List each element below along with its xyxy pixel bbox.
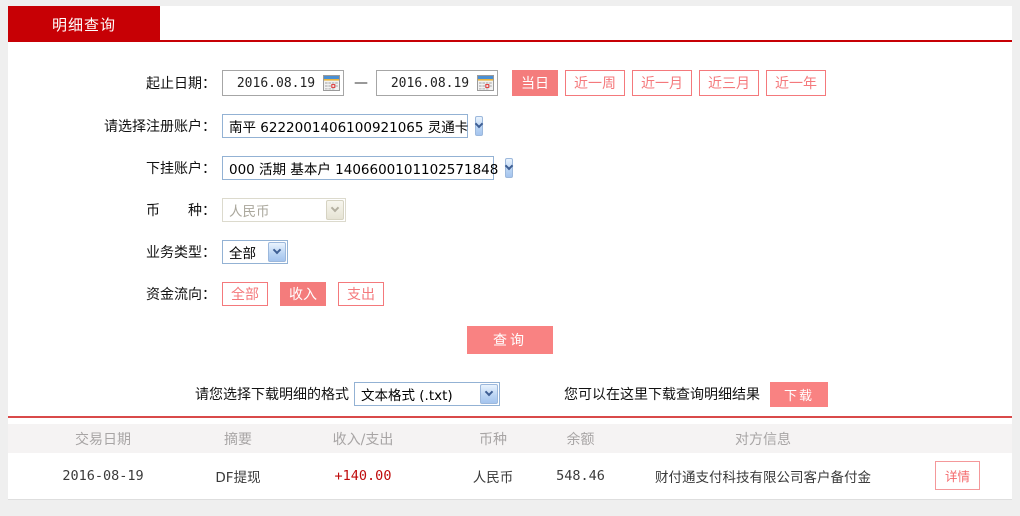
header-action	[903, 424, 1012, 453]
business-type-row: 业务类型： 全部	[8, 240, 1012, 264]
calendar-icon[interactable]	[477, 75, 494, 91]
chevron-down-icon	[475, 116, 484, 136]
tab-bar: 明细查询	[8, 6, 1012, 42]
fund-flow-income-button[interactable]: 收入	[280, 282, 326, 306]
header-balance: 余额	[566, 431, 595, 448]
cell-summary: DF提现	[215, 469, 261, 486]
fund-flow-options: 全部 收入 支出	[222, 282, 396, 306]
end-date-field-wrap	[376, 70, 498, 96]
start-date-field-wrap	[222, 70, 344, 96]
download-button[interactable]: 下载	[770, 381, 828, 407]
fund-flow-expense-button[interactable]: 支出	[338, 282, 384, 306]
query-button-row: 查询	[8, 326, 1012, 354]
quick-range-month-button[interactable]: 近一月	[632, 70, 692, 96]
date-range-separator: —	[354, 75, 368, 91]
business-type-value: 全部	[229, 246, 256, 262]
cell-counterparty: 财付通支付科技有限公司客户备付金	[655, 469, 871, 486]
query-button[interactable]: 查询	[467, 326, 553, 354]
tab-detail-query[interactable]: 明细查询	[8, 6, 160, 42]
cell-currency: 人民币	[472, 469, 514, 486]
header-income-expense: 收入/支出	[332, 431, 394, 448]
detail-button[interactable]: 详情	[934, 461, 980, 491]
header-counterparty: 对方信息	[735, 431, 791, 448]
fund-flow-all-button[interactable]: 全部	[222, 282, 268, 306]
currency-select: 人民币	[222, 198, 346, 222]
register-account-select[interactable]: 南平 6222001406100921065 灵通卡	[222, 114, 484, 138]
quick-range-week-button[interactable]: 近一周	[565, 70, 625, 96]
currency-label: 币 种：	[146, 203, 216, 219]
quick-range-quarter-button[interactable]: 近三月	[699, 70, 759, 96]
business-type-label: 业务类型：	[146, 245, 216, 261]
fund-flow-label: 资金流向：	[146, 287, 216, 303]
detail-query-panel: 明细查询 起止日期： 2016.08.19 — 2016.08.19 当日 近一…	[8, 6, 1012, 500]
header-currency: 币种	[479, 431, 507, 448]
register-account-row: 请选择注册账户： 南平 6222001406100921065 灵通卡	[8, 114, 1012, 138]
date-range-row: 起止日期： —	[8, 70, 1012, 96]
quick-range-year-button[interactable]: 近一年	[766, 70, 826, 96]
linked-account-label: 下挂账户：	[146, 161, 216, 177]
quick-range-buttons: 当日 近一周 近一月 近三月 近一年	[512, 70, 833, 96]
chevron-down-icon	[480, 384, 498, 404]
chevron-down-icon	[326, 200, 344, 220]
download-format-label: 请您选择下载明细的格式	[195, 387, 349, 403]
header-trade-date: 交易日期	[75, 431, 131, 448]
linked-account-row: 下挂账户： 000 活期 基本户 1406600101102571848	[8, 156, 1012, 180]
download-row: 请您选择下载明细的格式 文本格式 (.txt) 您可以在这里下载查询明细结果 下…	[8, 381, 1012, 407]
chevron-down-icon	[505, 158, 514, 178]
cell-amount: +140.00	[334, 467, 392, 484]
query-form: 起止日期： —	[8, 42, 1012, 407]
cell-trade-date: 2016-08-19	[62, 467, 144, 484]
calendar-icon[interactable]	[323, 75, 340, 91]
download-format-value: 文本格式 (.txt)	[361, 388, 453, 404]
chevron-down-icon	[268, 242, 286, 262]
download-hint: 您可以在这里下载查询明细结果	[564, 387, 760, 403]
quick-range-today-button[interactable]: 当日	[512, 70, 558, 96]
cell-balance: 548.46	[556, 467, 605, 484]
date-range-label: 起止日期：	[146, 76, 216, 92]
currency-row: 币 种： 人民币	[8, 198, 1012, 222]
business-type-select[interactable]: 全部	[222, 240, 288, 264]
download-format-select[interactable]: 文本格式 (.txt)	[354, 382, 500, 406]
linked-account-select[interactable]: 000 活期 基本户 1406600101102571848	[222, 156, 514, 180]
red-divider	[8, 416, 1012, 418]
fund-flow-row: 资金流向： 全部 收入 支出	[8, 282, 1012, 306]
results-table: 交易日期 摘要 收入/支出 币种 余额 对方信息 2016-08-19 DF提现…	[8, 424, 1012, 500]
header-summary: 摘要	[224, 431, 252, 448]
table-row: 2016-08-19 DF提现 +140.00 人民币 548.46 财付通支付…	[8, 453, 1012, 499]
currency-value: 人民币	[229, 204, 270, 220]
register-account-label: 请选择注册账户：	[104, 119, 216, 135]
cell-action: 详情	[903, 453, 1012, 499]
register-account-value: 南平 6222001406100921065 灵通卡	[229, 120, 469, 136]
table-header-row: 交易日期 摘要 收入/支出 币种 余额 对方信息	[8, 424, 1012, 453]
linked-account-value: 000 活期 基本户 1406600101102571848	[229, 162, 499, 178]
